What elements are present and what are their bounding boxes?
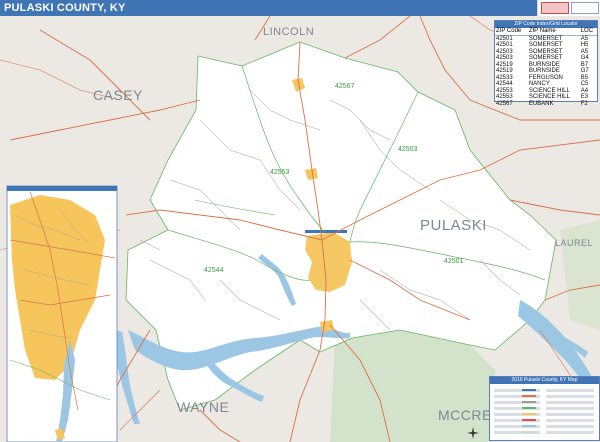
zip-code-locator-table: ZIP Code Index/Grid Locator ZIP Code ZIP…	[494, 20, 598, 107]
loc-cell: A5	[580, 35, 589, 42]
county-label-laurel: LAUREL	[555, 238, 593, 248]
table-row: 42501 SOMERSET A5	[495, 35, 597, 42]
legend-swatch-interstate	[522, 389, 536, 391]
county-label-pulaski: PULASKI	[420, 217, 487, 234]
logo-badge-blue	[571, 2, 599, 14]
zip-label-42501: 42501	[444, 258, 464, 265]
legend-swatch-highway	[522, 395, 536, 397]
title-bar: PULASKI COUNTY, KY	[0, 0, 600, 16]
table-row: 42567 EUBANK F2	[495, 101, 597, 108]
legend-row	[546, 395, 594, 398]
burnside-city-area	[320, 320, 334, 332]
legend-row	[546, 425, 594, 428]
county-label-casey: CASEY	[93, 87, 143, 103]
legend-swatch-forest	[522, 431, 536, 433]
legend-row	[546, 389, 594, 392]
publisher-logo	[537, 0, 600, 16]
somerset-city-area	[305, 232, 352, 292]
forest-area-south	[330, 330, 495, 442]
map-title: PULASKI COUNTY, KY	[4, 2, 126, 14]
zip-cell: 42501	[496, 35, 513, 42]
county-label-wayne: WAYNE	[177, 399, 229, 415]
zip-cell: 42567	[496, 100, 513, 107]
zip-table: ZIP Code ZIP Name LOC 42501 SOMERSET A5 42…	[495, 28, 597, 107]
legend-row	[546, 407, 594, 410]
table-row: 42501 SOMERSET H5	[495, 42, 597, 49]
zip-name-cell: SOMERSET	[528, 35, 563, 42]
legend-swatch-rail	[522, 419, 536, 421]
zip-table-header-row: ZIP Code ZIP Name LOC	[495, 28, 597, 36]
map-legend: 2016 Pulaski County, KY Map	[489, 376, 600, 441]
legend-swatch-zip	[522, 407, 536, 409]
legend-swatch-road	[522, 401, 536, 403]
compass-icon	[467, 427, 479, 439]
logo-badge-red	[541, 2, 569, 14]
loc-cell: F2	[580, 100, 588, 107]
zip-table-title: ZIP Code Index/Grid Locator	[495, 21, 597, 28]
zip-col-header: ZIP Code	[495, 28, 528, 36]
zip-label-42544: 42544	[204, 267, 224, 274]
legend-row	[546, 419, 594, 422]
zip-name-col-header: ZIP Name	[527, 28, 580, 36]
table-row: 42553 SCIENCE HILL E3	[495, 94, 597, 101]
legend-swatch-city	[522, 413, 536, 415]
zip-label-42553: 42553	[270, 169, 290, 176]
zip-label-42567: 42567	[335, 83, 355, 90]
legend-row	[546, 401, 594, 404]
table-row: 42519 BURNSIDE G7	[495, 68, 597, 75]
legend-swatch-water	[522, 425, 536, 427]
table-row: 42503 SOMERSET G4	[495, 55, 597, 62]
legend-row	[546, 431, 594, 434]
zip-label-42503: 42503	[398, 146, 418, 153]
zip-name-cell: EUBANK	[528, 100, 554, 107]
legend-title: 2016 Pulaski County, KY Map	[490, 377, 599, 384]
legend-row	[546, 413, 594, 416]
loc-col-header: LOC	[579, 28, 597, 36]
table-row: 42544 NANCY C5	[495, 81, 597, 88]
somerset-inset-map	[6, 185, 118, 442]
county-label-lincoln: LINCOLN	[263, 26, 314, 38]
